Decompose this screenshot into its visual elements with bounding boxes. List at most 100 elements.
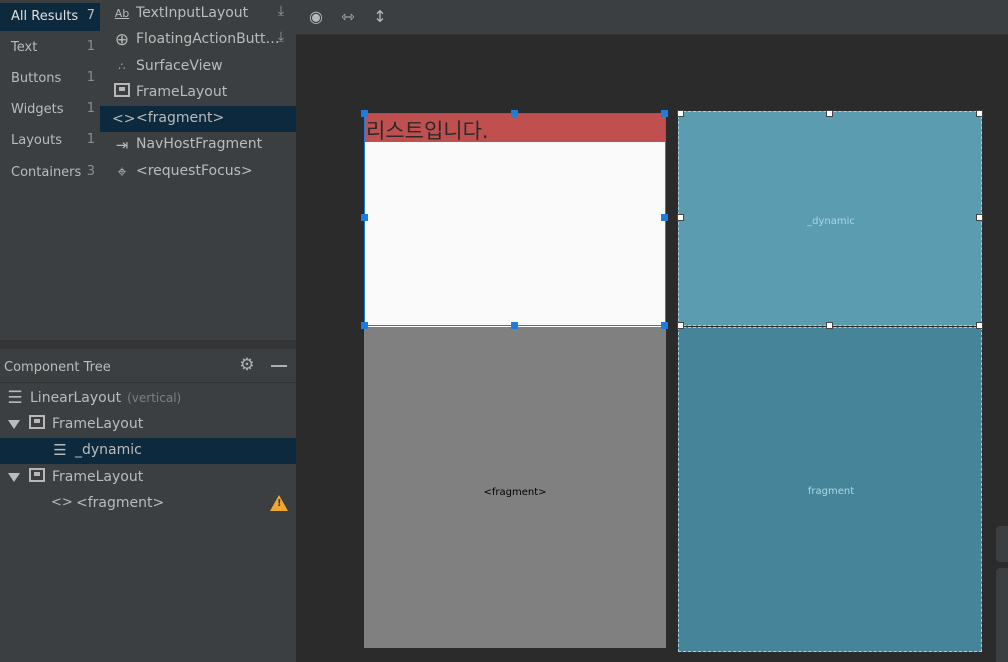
panel-splitter[interactable] — [0, 340, 296, 349]
expand-arrow-icon[interactable] — [8, 420, 20, 429]
tree-node-label: FrameLayout — [52, 416, 144, 432]
minimize-icon[interactable] — [271, 365, 287, 367]
gear-icon[interactable]: ⚙ — [238, 356, 256, 374]
resize-handle[interactable] — [677, 214, 684, 221]
category-label: Containers — [11, 165, 82, 180]
palette-item-label: <requestFocus> — [136, 163, 253, 179]
palette-item-requestfocus[interactable]: ⌖ <requestFocus> — [100, 159, 296, 185]
palette-categories: All Results 7 Text 1 Buttons 1 Widgets 1… — [0, 0, 100, 340]
resize-handle[interactable] — [677, 322, 684, 329]
zoom-control-button[interactable] — [996, 526, 1008, 562]
resize-handle[interactable] — [661, 110, 668, 117]
code-brackets-icon: <> — [112, 111, 136, 127]
palette-item-surfaceview[interactable]: ∴ SurfaceView — [100, 54, 296, 80]
tree-node-framelayout-2[interactable]: FrameLayout — [0, 465, 296, 491]
resize-handle[interactable] — [361, 110, 368, 117]
frame-layout-icon — [28, 468, 46, 486]
palette-item-fragment[interactable]: <> <fragment> — [100, 106, 296, 132]
palette-item-label: TextInputLayout — [136, 5, 249, 21]
frame-layout-icon — [112, 83, 132, 103]
tree-node-name: LinearLayout — [30, 390, 122, 406]
tree-node-label: FrameLayout — [52, 469, 144, 485]
add-circle-icon: ⊕ — [114, 30, 130, 50]
frame-layout-icon — [28, 415, 46, 433]
component-tree-header: Component Tree ⚙ — [0, 349, 296, 383]
resize-handle[interactable] — [661, 214, 668, 221]
focus-icon: ⌖ — [117, 162, 127, 181]
resize-handle[interactable] — [826, 110, 833, 117]
blueprint-frame-fragment[interactable]: fragment — [678, 327, 982, 652]
tree-node-sub: (vertical) — [127, 391, 182, 405]
blueprint-label: _dynamic — [807, 216, 855, 227]
category-widgets[interactable]: Widgets 1 — [0, 96, 100, 124]
category-layouts[interactable]: Layouts 1 — [0, 127, 100, 155]
text-field-icon: Ab — [114, 7, 130, 20]
resize-handle[interactable] — [976, 214, 983, 221]
category-label: Layouts — [11, 133, 62, 148]
resize-handle[interactable] — [826, 322, 833, 329]
design-view[interactable]: 리스트입니다. <fragment> — [364, 113, 666, 648]
resize-handle[interactable] — [511, 322, 518, 329]
tree-node-label: _dynamic — [75, 442, 142, 458]
palette-item-label: FrameLayout — [136, 84, 228, 100]
tree-node-fragment[interactable]: <> <fragment> ! — [0, 491, 296, 517]
frame-dynamic-selected[interactable]: 리스트입니다. — [364, 113, 666, 326]
collapse-vertical-icon[interactable]: ↕ — [369, 6, 391, 28]
blueprint-label: fragment — [807, 486, 855, 497]
warning-icon[interactable]: ! — [270, 495, 288, 511]
design-toolbar: ◉ ⇿ ↕ — [296, 0, 1008, 35]
tree-node-label: <fragment> — [76, 495, 165, 511]
resize-handle[interactable] — [511, 110, 518, 117]
palette-panel: All Results 7 Text 1 Buttons 1 Widgets 1… — [0, 0, 296, 340]
list-icon: ☰ — [53, 441, 67, 459]
category-buttons[interactable]: Buttons 1 — [0, 65, 100, 93]
palette-item-label: NavHostFragment — [136, 136, 263, 152]
category-count: 1 — [86, 101, 95, 116]
palette-items: Ab TextInputLayout ⤓ ⊕ FloatingActionBut… — [100, 0, 296, 340]
download-icon[interactable]: ⤓ — [273, 3, 289, 23]
palette-item-fab[interactable]: ⊕ FloatingActionButt… ⤓ — [100, 27, 296, 53]
code-brackets-icon: <> — [51, 495, 73, 510]
category-label: Widgets — [11, 102, 64, 117]
list-header-band: 리스트입니다. — [365, 114, 665, 143]
category-label: Text — [11, 40, 38, 55]
category-count: 1 — [86, 132, 95, 147]
resize-handle[interactable] — [661, 322, 668, 329]
resize-handle[interactable] — [677, 110, 684, 117]
fragment-label: <fragment> — [483, 487, 547, 498]
category-label: Buttons — [11, 71, 62, 86]
tree-node-framelayout-1[interactable]: FrameLayout — [0, 412, 296, 438]
tree-node-linearlayout[interactable]: ☰ LinearLayout (vertical) — [0, 386, 296, 412]
eye-icon[interactable]: ◉ — [305, 6, 327, 28]
blueprint-frame-dynamic[interactable]: _dynamic — [678, 111, 982, 326]
category-label: All Results — [11, 9, 79, 24]
blueprint-view[interactable]: _dynamic fragment — [678, 111, 982, 652]
download-icon[interactable]: ⤓ — [273, 29, 289, 49]
linear-layout-icon: ☰ — [7, 388, 23, 408]
category-count: 7 — [86, 8, 95, 23]
component-tree-panel: Component Tree ⚙ ☰ LinearLayout (vertical… — [0, 349, 296, 662]
category-text[interactable]: Text 1 — [0, 34, 100, 62]
component-tree-title: Component Tree — [4, 360, 111, 375]
category-count: 3 — [86, 164, 95, 179]
tree-node-dynamic[interactable]: ☰ _dynamic — [0, 438, 296, 464]
palette-item-label: <fragment> — [136, 110, 225, 126]
category-count: 1 — [86, 39, 95, 54]
tree-node-label: LinearLayout (vertical) — [30, 390, 181, 406]
resize-handle[interactable] — [361, 214, 368, 221]
expand-horizontal-icon[interactable]: ⇿ — [337, 6, 359, 28]
palette-item-navhostfragment[interactable]: ⇥ NavHostFragment — [100, 132, 296, 158]
resize-handle[interactable] — [976, 322, 983, 329]
list-text: 리스트입니다. — [366, 119, 489, 143]
category-all-results[interactable]: All Results 7 — [0, 3, 100, 31]
zoom-control-panel[interactable] — [996, 568, 1008, 662]
palette-item-textinputlayout[interactable]: Ab TextInputLayout ⤓ — [100, 1, 296, 27]
resize-handle[interactable] — [361, 322, 368, 329]
expand-arrow-icon[interactable] — [8, 473, 20, 482]
surface-view-icon: ∴ — [118, 60, 126, 73]
frame-fragment[interactable]: <fragment> — [364, 327, 666, 648]
category-count: 1 — [86, 70, 95, 85]
resize-handle[interactable] — [976, 110, 983, 117]
palette-item-framelayout[interactable]: FrameLayout — [100, 80, 296, 106]
category-containers[interactable]: Containers 3 — [0, 159, 100, 187]
